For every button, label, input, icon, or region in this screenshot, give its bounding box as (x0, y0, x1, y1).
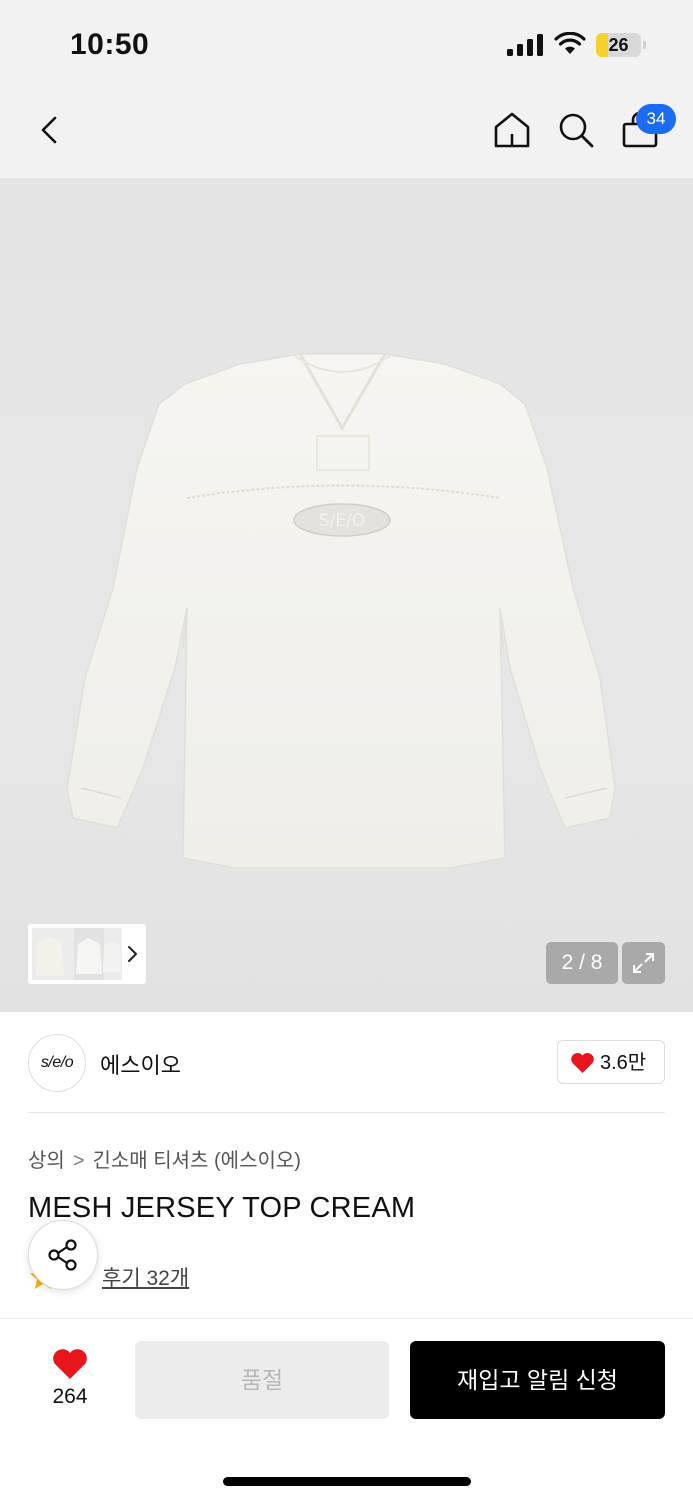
search-icon[interactable] (556, 110, 596, 150)
brand-like-button[interactable]: 3.6만 (557, 1040, 665, 1084)
cart-badge: 34 (636, 104, 676, 134)
expand-button[interactable] (622, 942, 665, 984)
product-image[interactable]: S/E/O 2 / 8 (0, 178, 693, 1012)
bottom-action-bar: 264 품절 재입고 알림 신청 (0, 1318, 693, 1500)
breadcrumb-item-category[interactable]: 상의 (28, 1150, 65, 1172)
status-time: 10:50 (70, 28, 150, 61)
image-page-counter: 2 / 8 (546, 942, 618, 984)
share-icon (48, 1239, 77, 1271)
soldout-button[interactable]: 품절 (135, 1341, 389, 1419)
status-bar: 10:50 26 (0, 0, 693, 90)
wishlist-heart-icon[interactable] (51, 1347, 89, 1381)
home-indicator (223, 1477, 471, 1486)
restock-alert-button[interactable]: 재입고 알림 신청 (410, 1341, 665, 1419)
product-photo: S/E/O (66, 353, 616, 868)
wifi-icon (554, 32, 586, 54)
back-icon[interactable] (34, 110, 66, 150)
expand-icon (633, 953, 654, 973)
home-icon[interactable] (492, 110, 532, 150)
wishlist-count: 264 (52, 1385, 88, 1408)
share-button[interactable] (28, 1220, 98, 1290)
svg-text:S/E/O: S/E/O (319, 511, 365, 531)
thumbnail-strip[interactable] (28, 924, 146, 984)
chevron-right-icon (128, 946, 137, 962)
brand-logo[interactable]: s/e/o (28, 1034, 86, 1092)
battery-icon: 26 (596, 33, 646, 57)
signal-icon (507, 34, 543, 56)
brand-like-count: 3.6만 (600, 1052, 647, 1074)
review-link[interactable]: 후기 32개 (102, 1262, 189, 1292)
divider (28, 1112, 665, 1113)
nav-bar: 34 (0, 90, 693, 178)
brand-name[interactable]: 에스이오 (100, 1048, 181, 1080)
heart-icon (571, 1053, 594, 1073)
battery-level: 26 (608, 35, 629, 55)
product-title: MESH JERSEY TOP CREAM (28, 1192, 416, 1224)
thumbnail-image (32, 928, 122, 980)
chevron-right-icon: > (72, 1150, 85, 1172)
breadcrumb: 상의 > 긴소매 티셔츠 (에스이오) (28, 1144, 301, 1173)
breadcrumb-item-subcategory[interactable]: 긴소매 티셔츠 (에스이오) (93, 1150, 301, 1172)
brand-row[interactable]: s/e/o 에스이오 3.6만 (0, 1012, 693, 1112)
